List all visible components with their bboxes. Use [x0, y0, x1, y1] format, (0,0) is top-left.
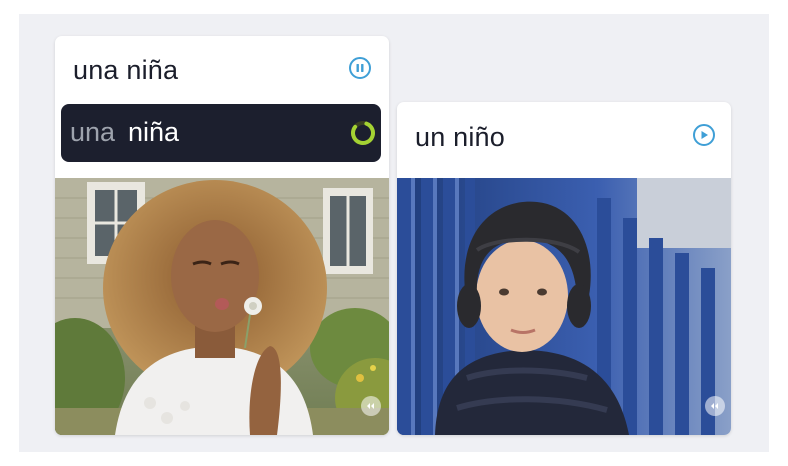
loading-ring-icon [351, 121, 375, 145]
card-word: una niña [73, 55, 179, 85]
play-audio-button[interactable] [693, 124, 715, 146]
play-icon [701, 131, 708, 139]
expand-image-button[interactable] [361, 396, 381, 416]
card-word: un niño [415, 122, 505, 152]
lesson-stage: una niña una niña un niño [19, 14, 769, 452]
photo-boy [397, 178, 731, 435]
expand-icon [367, 403, 374, 409]
expand-image-button[interactable] [705, 396, 725, 416]
karaoke-spoken-word: una [70, 117, 116, 147]
pause-icon [356, 64, 364, 72]
expand-icon [711, 403, 718, 409]
karaoke-current-word: niña [128, 117, 180, 147]
photo-girl [55, 178, 389, 435]
karaoke-caption: una niña [61, 104, 381, 162]
vocab-card-una-nina[interactable]: una niña una niña [55, 36, 389, 435]
vocab-card-un-nino[interactable]: un niño [397, 102, 731, 435]
pause-audio-button[interactable] [349, 57, 371, 79]
